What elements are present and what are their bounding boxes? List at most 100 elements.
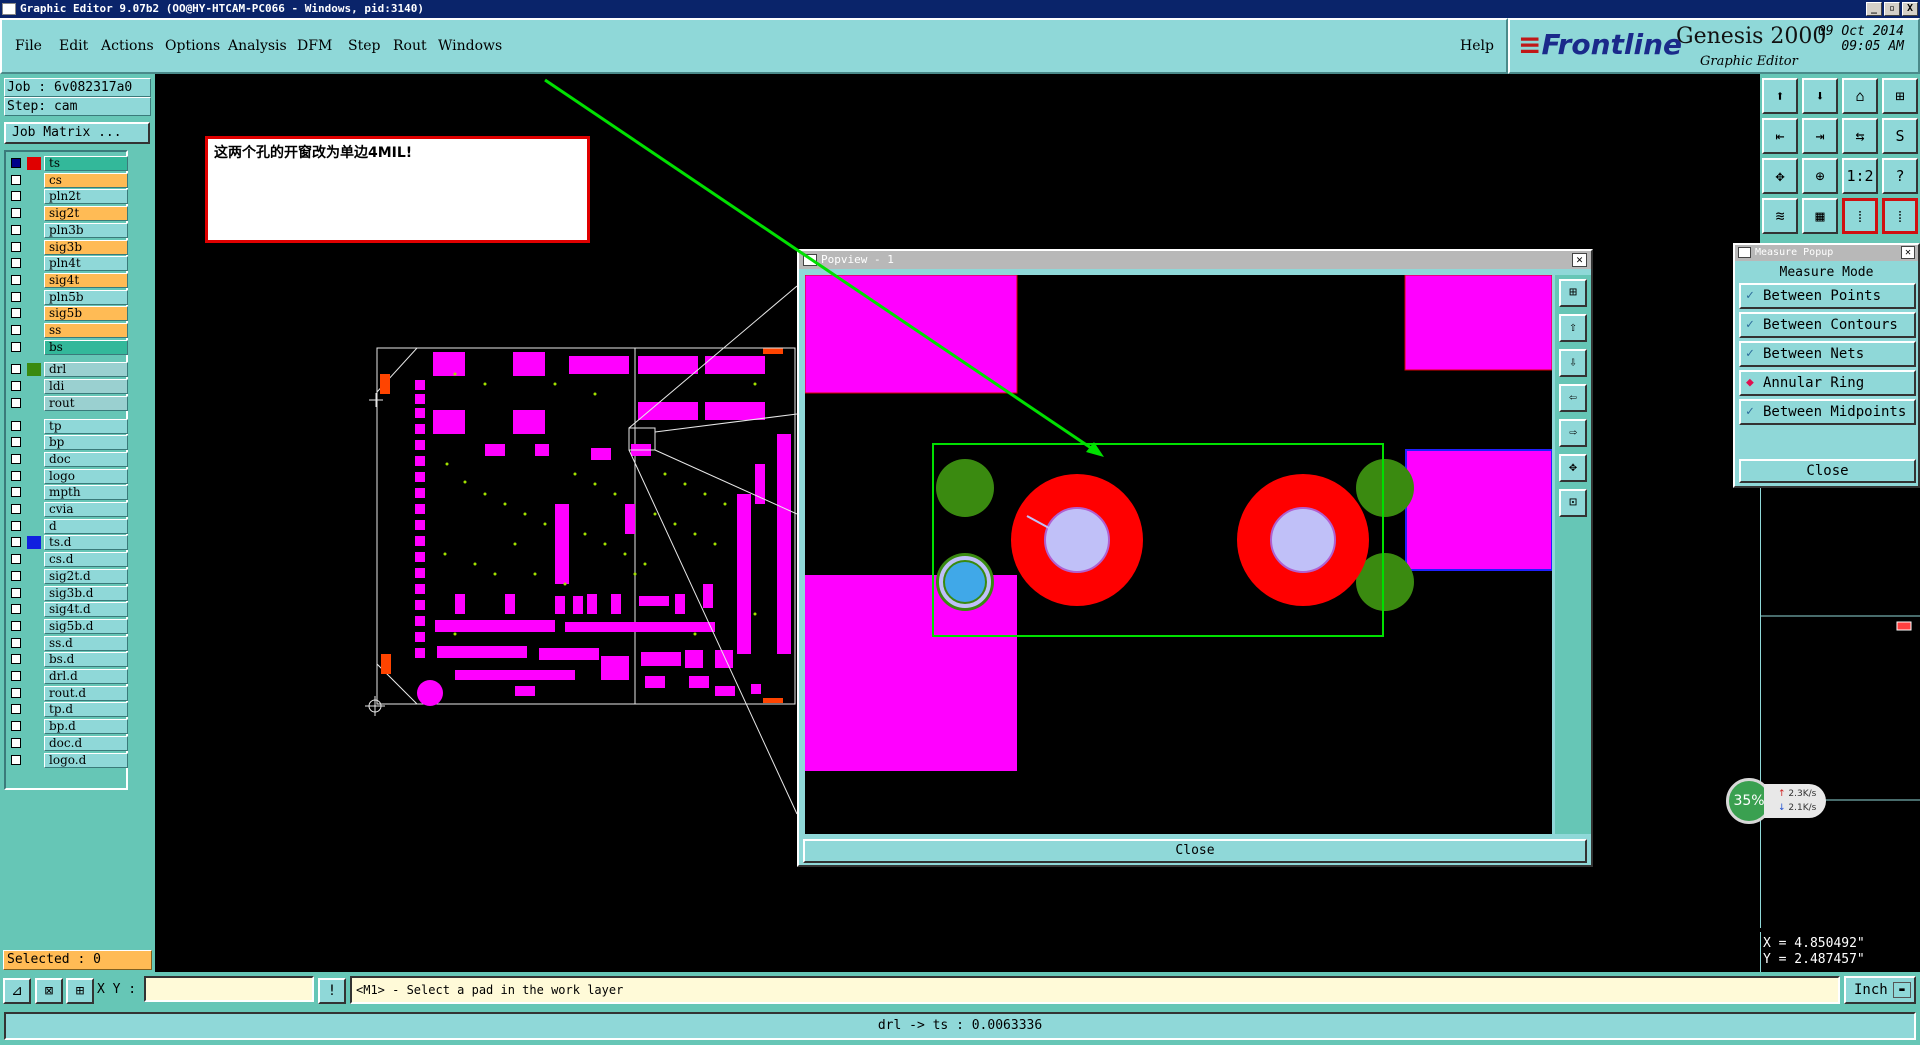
menu-windows[interactable]: Windows	[438, 38, 502, 54]
layer-checkbox[interactable]	[11, 437, 21, 448]
maximize-button[interactable]: ▫	[1884, 2, 1900, 16]
layer-checkbox[interactable]	[11, 191, 21, 202]
measure-close-icon[interactable]: ✕	[1901, 246, 1915, 259]
tool-drc-icon[interactable]: ⁞	[1842, 198, 1878, 234]
layer-name[interactable]: mpth	[44, 485, 128, 501]
layer-checkbox[interactable]	[11, 554, 21, 565]
layer-row-rout-d[interactable]: rout.d	[8, 685, 128, 701]
layer-row-mpth[interactable]: mpth	[8, 485, 128, 501]
layer-name[interactable]: ss	[44, 323, 128, 338]
layer-name[interactable]: ss.d	[44, 635, 128, 651]
layer-row-sig5b-d[interactable]: sig5b.d	[8, 618, 128, 634]
layer-row-tp-d[interactable]: tp.d	[8, 702, 128, 718]
layer-row-tp[interactable]: tp	[8, 418, 128, 434]
layer-checkbox[interactable]	[11, 420, 21, 431]
layer-checkbox[interactable]	[11, 325, 21, 335]
layer-name[interactable]: sig3b	[44, 239, 128, 255]
layer-checkbox[interactable]	[11, 174, 21, 185]
layer-name[interactable]: bp	[44, 435, 128, 451]
layer-name[interactable]: logo	[44, 468, 128, 484]
layer-row-ss-d[interactable]: ss.d	[8, 635, 128, 651]
layer-name[interactable]: tp.d	[44, 702, 128, 718]
layer-row-cs-d[interactable]: cs.d	[8, 552, 128, 568]
layer-name[interactable]: drl	[44, 362, 128, 378]
layer-name[interactable]: sig5b	[44, 306, 128, 322]
layer-row-pln4t[interactable]: pln4t	[8, 256, 128, 272]
layer-row-sig4t[interactable]: sig4t	[8, 272, 128, 288]
measure-close-button[interactable]: Close	[1739, 459, 1916, 483]
layer-checkbox[interactable]	[11, 470, 21, 481]
xy-input[interactable]	[144, 976, 314, 1002]
layer-checkbox[interactable]	[11, 687, 21, 698]
grid-mode-icon[interactable]: ⊞	[66, 978, 94, 1004]
tool-blank-icon[interactable]: ▦	[1802, 198, 1838, 234]
layer-checkbox[interactable]	[11, 364, 21, 375]
layer-row-bs[interactable]: bs	[8, 339, 128, 355]
info-icon[interactable]: !	[318, 978, 346, 1004]
measure-option-between-contours[interactable]: ✓ Between Contours	[1739, 312, 1916, 338]
layer-name[interactable]: doc	[44, 451, 128, 467]
layer-checkbox[interactable]	[11, 241, 21, 252]
layer-row-pln3b[interactable]: pln3b	[8, 222, 128, 238]
measure-option-between-nets[interactable]: ✓ Between Nets	[1739, 341, 1916, 367]
tool-home-icon[interactable]: ⌂	[1842, 78, 1878, 114]
layer-checkbox[interactable]	[11, 341, 21, 352]
layer-row-rout[interactable]: rout	[8, 395, 128, 411]
layer-row-ts[interactable]: ts	[8, 156, 128, 171]
layer-checkbox[interactable]	[11, 637, 21, 648]
layer-checkbox[interactable]	[11, 224, 21, 235]
layer-row-doc-d[interactable]: doc.d	[8, 735, 128, 751]
popview-pan-down-icon[interactable]: ⇩	[1559, 349, 1587, 377]
layer-checkbox[interactable]	[11, 737, 21, 748]
menu-actions[interactable]: Actions	[101, 38, 154, 54]
layer-name[interactable]: doc.d	[44, 735, 128, 751]
layer-checkbox[interactable]	[11, 537, 21, 548]
layer-name[interactable]: sig3b.d	[44, 585, 128, 601]
layer-row-ts-d[interactable]: ts.d	[8, 535, 128, 551]
layer-checkbox[interactable]	[11, 587, 21, 598]
layer-row-sig5b[interactable]: sig5b	[8, 306, 128, 322]
layer-checkbox[interactable]	[11, 258, 21, 269]
menu-file[interactable]: File	[15, 38, 42, 54]
layer-checkbox[interactable]	[11, 291, 21, 302]
layer-checkbox[interactable]	[11, 704, 21, 715]
layer-name[interactable]: cs.d	[44, 552, 128, 568]
layer-checkbox[interactable]	[11, 570, 21, 581]
snap-mode-icon[interactable]: ⊿	[3, 978, 31, 1004]
layer-row-logo[interactable]: logo	[8, 468, 128, 484]
layer-row-cvia[interactable]: cvia	[8, 502, 128, 517]
layer-row-cs[interactable]: cs	[8, 172, 128, 188]
tool-zoom-down-icon[interactable]: ⬇	[1802, 78, 1838, 114]
layer-name[interactable]: logo.d	[44, 752, 128, 768]
layer-checkbox[interactable]	[11, 520, 21, 531]
layer-row-drl[interactable]: drl	[8, 362, 128, 378]
menu-analysis[interactable]: Analysis	[228, 38, 287, 54]
layer-name[interactable]: bs.d	[44, 652, 128, 668]
close-window-button[interactable]: X	[1902, 2, 1918, 16]
popview-close-button[interactable]: Close	[803, 839, 1587, 863]
measure-option-between-points[interactable]: ✓ Between Points	[1739, 283, 1916, 309]
layer-checkbox[interactable]	[11, 381, 21, 392]
menu-dfm[interactable]: DFM	[297, 38, 332, 54]
layer-checkbox[interactable]	[11, 208, 21, 219]
tool-mirror-icon[interactable]: ⇆	[1842, 118, 1878, 154]
layer-name[interactable]: pln5b	[44, 289, 128, 305]
tool-fit-icon[interactable]: ✥	[1762, 158, 1798, 194]
menu-options[interactable]: Options	[165, 38, 220, 54]
tool-scale-icon[interactable]: 1:2	[1842, 158, 1878, 194]
layer-checkbox[interactable]	[11, 604, 21, 615]
layer-name[interactable]: pln3b	[44, 222, 128, 238]
layer-name[interactable]: cs	[44, 172, 128, 188]
minimize-button[interactable]: _	[1866, 2, 1882, 16]
tool-pan-left-icon[interactable]: ⇤	[1762, 118, 1798, 154]
tool-pan-right-icon[interactable]: ⇥	[1802, 118, 1838, 154]
menu-step[interactable]: Step	[348, 38, 380, 54]
layer-name[interactable]: rout.d	[44, 685, 128, 701]
layer-name[interactable]: sig4t.d	[44, 602, 128, 618]
layer-name[interactable]: tp	[44, 418, 128, 434]
network-speed-widget[interactable]: 35% ↑ 2.3K/s ↓ 2.1K/s	[1726, 778, 1834, 824]
layer-row-pln5b[interactable]: pln5b	[8, 289, 128, 305]
units-selector[interactable]: Inch ▬	[1844, 976, 1916, 1004]
layer-row-logo-d[interactable]: logo.d	[8, 752, 128, 768]
layer-row-drl-d[interactable]: drl.d	[8, 669, 128, 684]
